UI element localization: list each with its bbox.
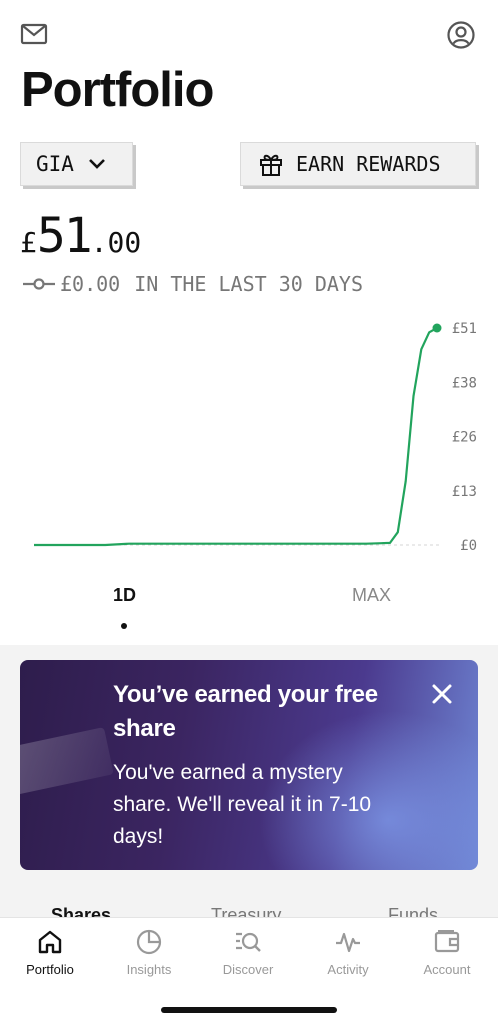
banner-body: You've earned a mystery share. We'll rev… xyxy=(113,761,372,848)
search-list-icon xyxy=(236,932,261,952)
balance-decimal: .00 xyxy=(90,226,142,259)
chevron-down-icon xyxy=(89,159,105,169)
banner-title: You’ve earned your free share xyxy=(113,681,378,742)
mail-icon[interactable] xyxy=(20,22,52,50)
earn-rewards-button[interactable]: EARN REWARDS xyxy=(240,142,476,186)
free-share-banner[interactable]: You’ve earned your free share You've ear… xyxy=(20,660,478,870)
nav-label-account: Account xyxy=(423,962,471,977)
range-tab-1d[interactable]: 1D xyxy=(113,585,136,606)
selected-range-indicator xyxy=(121,623,127,629)
chart-line xyxy=(34,327,438,547)
nav-label-activity: Activity xyxy=(327,962,369,977)
page-title: Portfolio xyxy=(21,63,214,117)
portfolio-balance: £51.00 xyxy=(20,208,141,264)
flat-line-icon xyxy=(23,278,55,290)
y-tick-label: £0 xyxy=(460,538,477,554)
change-amount: £0.00 xyxy=(60,272,121,296)
balance-currency: £ xyxy=(20,226,37,259)
balance-change: £0.00 IN THE LAST 30 DAYS xyxy=(22,272,363,296)
nav-account[interactable]: Account xyxy=(402,928,492,977)
nav-insights[interactable]: Insights xyxy=(104,928,194,977)
y-tick-label: £26 xyxy=(452,430,477,446)
portfolio-chart: £51 £38 £26 £13 £0 xyxy=(34,321,477,554)
activity-icon xyxy=(336,932,360,953)
gift-icon xyxy=(260,154,282,176)
wallet-icon xyxy=(434,930,460,953)
nav-label-insights: Insights xyxy=(126,962,172,977)
home-indicator xyxy=(161,1007,337,1013)
nav-label-discover: Discover xyxy=(222,962,274,977)
home-icon xyxy=(38,930,62,954)
account-selector[interactable]: GIA xyxy=(20,142,133,186)
close-icon[interactable] xyxy=(430,682,454,706)
pie-chart-icon xyxy=(136,929,162,955)
share-card-image xyxy=(20,727,114,797)
nav-portfolio[interactable]: Portfolio xyxy=(5,928,95,977)
earn-rewards-label: EARN REWARDS xyxy=(296,152,441,176)
range-tab-max[interactable]: MAX xyxy=(352,585,391,606)
time-range-tabs: 1D MAX xyxy=(0,585,498,635)
chart-end-point xyxy=(432,323,442,333)
account-selector-value: GIA xyxy=(36,152,74,176)
nav-discover[interactable]: Discover xyxy=(203,928,293,977)
balance-integer: 51 xyxy=(36,208,93,264)
y-tick-label: £13 xyxy=(452,484,477,500)
change-period: IN THE LAST 30 DAYS xyxy=(134,272,363,296)
top-bar xyxy=(20,20,478,52)
nav-activity[interactable]: Activity xyxy=(303,928,393,977)
profile-icon[interactable] xyxy=(446,20,478,52)
nav-label-portfolio: Portfolio xyxy=(26,962,74,977)
y-tick-label: £51 xyxy=(452,321,477,337)
y-tick-label: £38 xyxy=(452,375,477,391)
